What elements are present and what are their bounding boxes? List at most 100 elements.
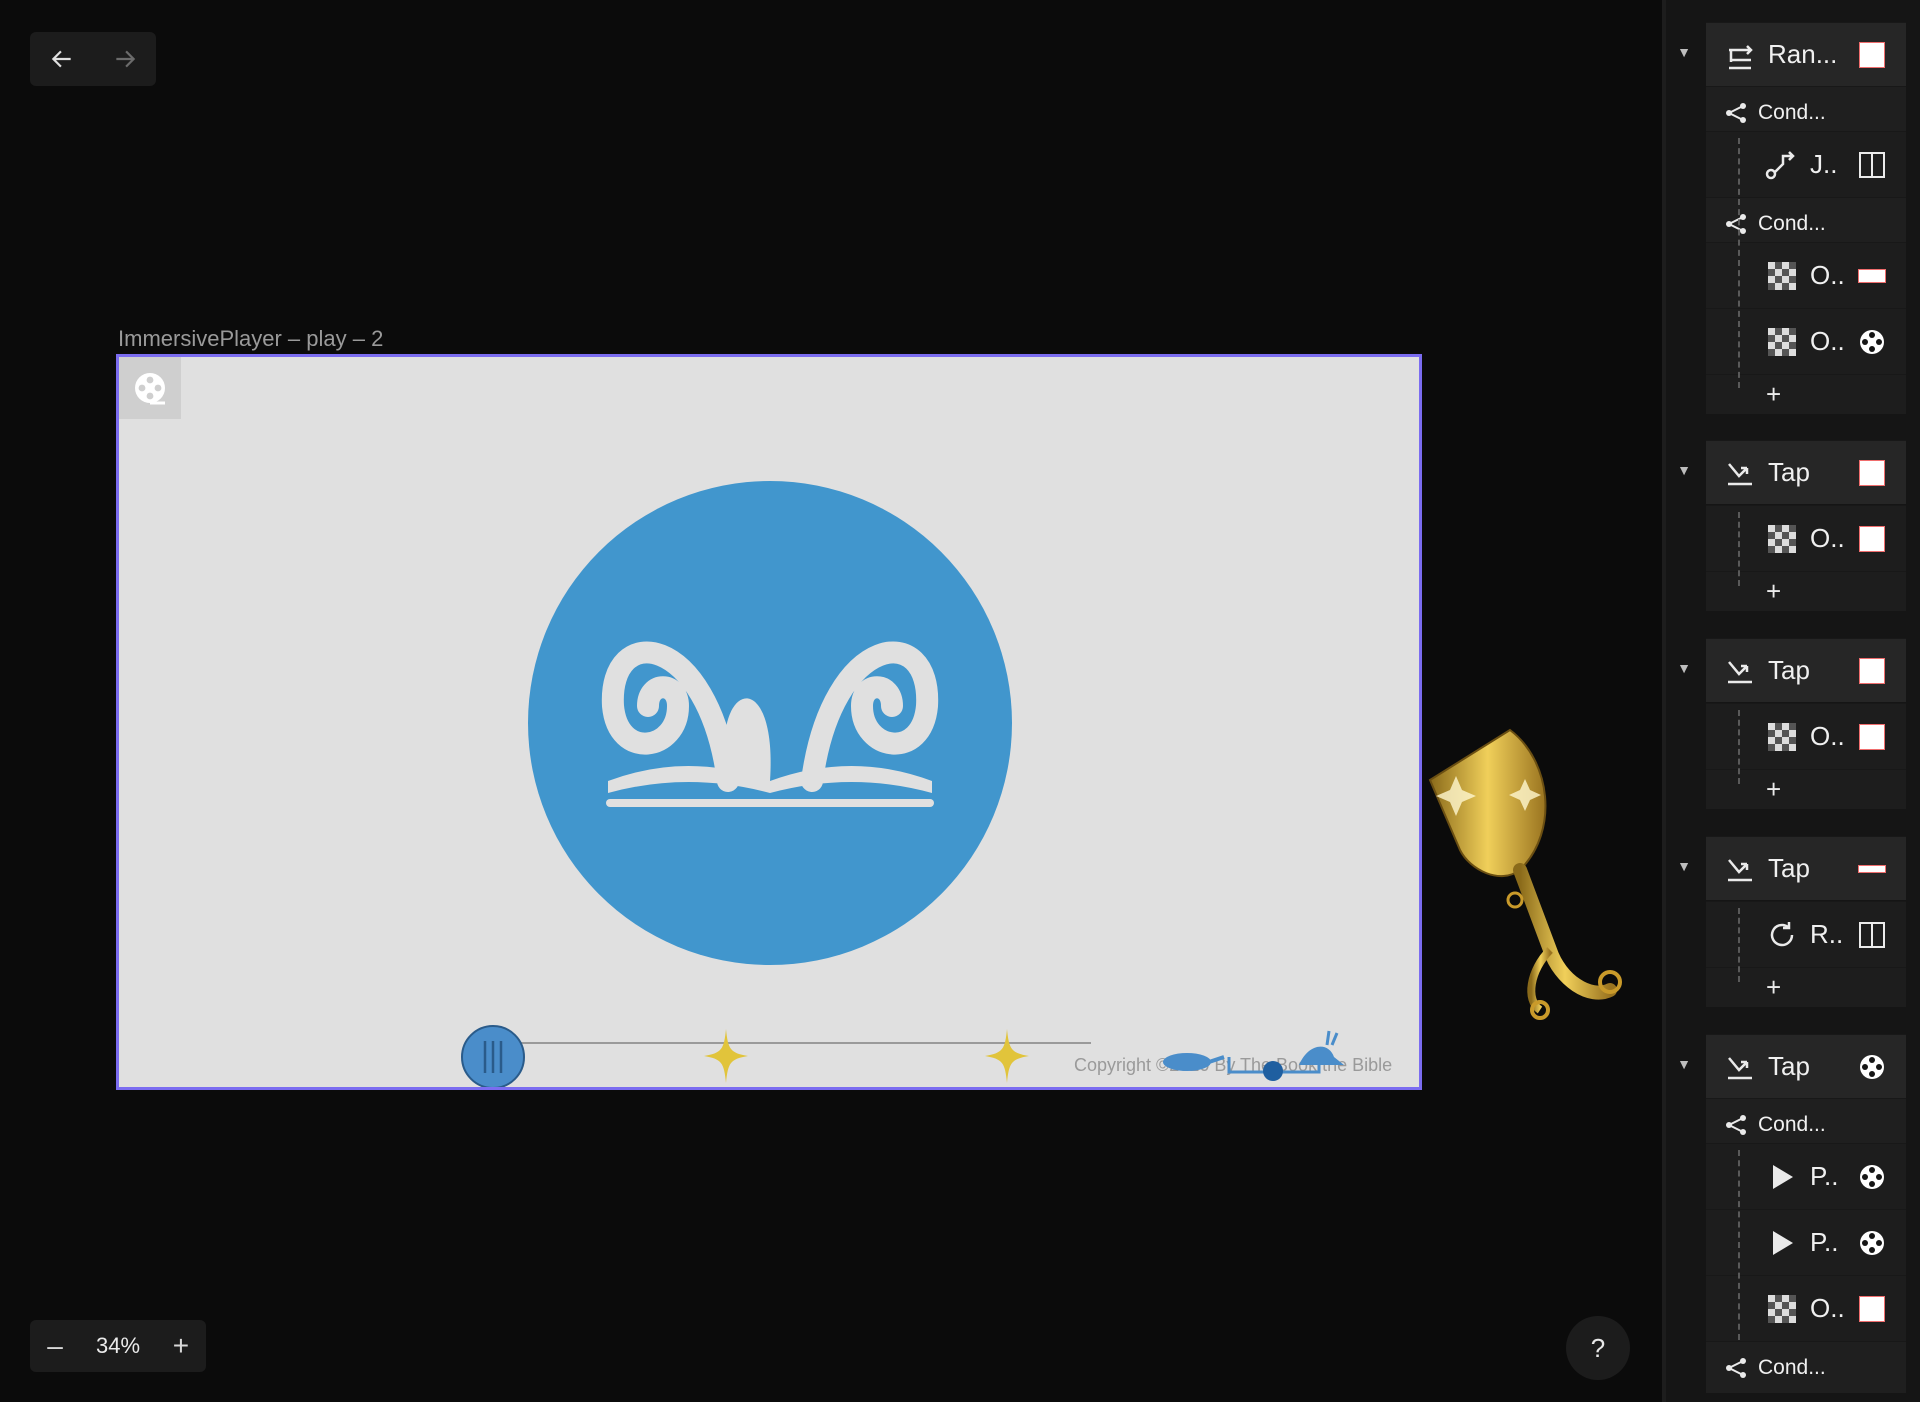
add-action-row[interactable]: + [1706,374,1906,414]
action-row-opacity[interactable]: O.. [1706,1275,1906,1341]
square-layer-icon [1852,651,1892,691]
collapse-caret-icon[interactable]: ▼ [1676,44,1692,60]
sparkle-icon [704,1029,748,1083]
branch-icon [1722,204,1750,244]
add-action-row[interactable]: + [1706,769,1906,809]
add-icon[interactable]: + [1766,972,1781,1003]
sparkle-icon [985,1029,1029,1083]
opacity-checker-icon [1762,717,1802,757]
action-label: O.. [1810,721,1845,751]
book-logo [528,481,1012,965]
tree-guide [1738,138,1740,388]
line-layer-icon [1852,849,1892,889]
trigger-label: Tap [1768,457,1810,487]
film-reel-icon [1852,1047,1892,1087]
tap-trigger-icon [1720,453,1760,493]
action-row-opacity[interactable]: O.. [1706,505,1906,571]
action-label: P.. [1810,1161,1839,1191]
arrow-right-icon [115,50,135,68]
film-reel-icon [1852,1157,1892,1197]
collapse-caret-icon[interactable]: ▼ [1676,462,1692,478]
help-button[interactable]: ? [1566,1316,1630,1380]
jump-icon [1762,145,1802,185]
speed-slider[interactable] [1149,1027,1349,1087]
action-label: O.. [1810,260,1845,290]
action-label: O.. [1810,1293,1845,1323]
square-layer-icon [1852,1289,1892,1329]
zoom-out-button[interactable]: – [40,1320,70,1372]
add-action-row[interactable]: + [1706,571,1906,611]
add-icon[interactable]: + [1766,774,1781,805]
tree-guide [1738,512,1740,586]
square-layer-icon [1852,453,1892,493]
play-icon [1762,1223,1802,1263]
play-icon [1762,1157,1802,1197]
history-nav [30,32,156,86]
trigger-label: Tap [1768,853,1810,883]
trigger-row-tap[interactable]: Tap [1706,440,1906,504]
branch-icon [1722,1105,1750,1145]
rectangle-layer-icon [1852,256,1892,296]
action-row-play[interactable]: P.. [1706,1143,1906,1209]
panel-layout-icon [1852,145,1892,185]
film-reel-icon [1852,1223,1892,1263]
condition-row[interactable]: Cond... [1706,1341,1906,1393]
action-row-opacity[interactable]: O.. [1706,703,1906,769]
timeline-handle[interactable] [461,1025,525,1087]
condition-label: Cond... [1758,211,1826,235]
collapse-caret-icon[interactable]: ▼ [1676,660,1692,676]
branch-icon [1722,1348,1750,1388]
tap-trigger-icon [1720,1047,1760,1087]
square-layer-icon [1852,519,1892,559]
add-icon[interactable]: + [1766,576,1781,607]
action-label: O.. [1810,523,1845,553]
add-icon[interactable]: + [1766,379,1781,410]
zoom-in-button[interactable]: + [166,1320,196,1372]
random-trigger-icon [1720,35,1760,75]
tree-guide [1738,908,1740,982]
film-reel-icon [119,357,181,419]
open-book-scroll-icon [601,641,939,807]
collapse-caret-icon[interactable]: ▼ [1676,858,1692,874]
trigger-row-random[interactable]: Ran... [1706,22,1906,86]
action-row-reset[interactable]: R.. [1706,901,1906,967]
branch-icon [1722,93,1750,133]
film-reel-icon [1852,322,1892,362]
square-layer-icon [1852,717,1892,757]
tap-trigger-icon [1720,849,1760,889]
collapse-caret-icon[interactable]: ▼ [1676,1056,1692,1072]
player-frame[interactable]: Copyright ©2020 By The Book the Bible [116,354,1422,1090]
square-layer-icon [1852,35,1892,75]
arrow-left-icon [51,50,71,68]
panel-divider[interactable] [1662,0,1666,1402]
trigger-label: Tap [1768,1051,1810,1081]
trigger-row-tap[interactable]: Tap [1706,638,1906,702]
condition-label: Cond... [1758,1355,1826,1379]
action-row-opacity[interactable]: O.. [1706,242,1906,308]
back-button[interactable] [30,32,93,86]
action-row-play[interactable]: P.. [1706,1209,1906,1275]
action-row-jump[interactable]: J.. [1706,131,1906,197]
trigger-label: Tap [1768,655,1810,685]
action-label: O.. [1810,326,1845,356]
action-row-opacity[interactable]: O.. [1706,308,1906,374]
tap-trigger-icon [1720,651,1760,691]
zoom-level[interactable]: 34% [96,1333,140,1359]
add-action-row[interactable]: + [1706,967,1906,1007]
frame-title[interactable]: ImmersivePlayer – play – 2 [118,326,383,352]
panel-layout-icon [1852,915,1892,955]
opacity-checker-icon [1762,1289,1802,1329]
opacity-checker-icon [1762,256,1802,296]
trigger-row-tap[interactable]: Tap [1706,1034,1906,1098]
action-label: R.. [1810,919,1844,949]
condition-label: Cond... [1758,1112,1826,1136]
goblet-image [1428,728,1622,1020]
tree-guide [1738,710,1740,784]
reset-icon [1762,915,1802,955]
trigger-label: Ran... [1768,39,1838,69]
action-label: P.. [1810,1227,1839,1257]
zoom-control: – 34% + [30,1320,206,1372]
forward-button[interactable] [93,32,156,86]
trigger-row-tap[interactable]: Tap [1706,836,1906,900]
action-label: J.. [1810,149,1838,179]
